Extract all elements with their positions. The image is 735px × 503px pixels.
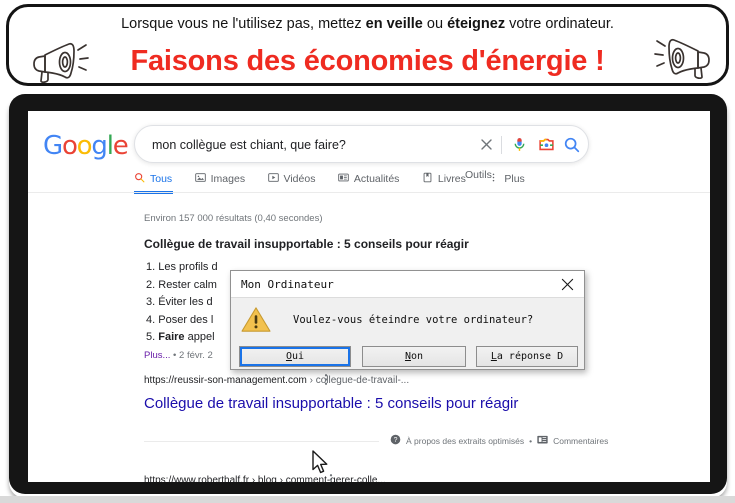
feedback-separator: • [529, 435, 533, 446]
image-icon [194, 172, 206, 186]
header-divider [28, 192, 710, 193]
microphone-icon[interactable] [511, 136, 528, 158]
about-featured-snippets-label[interactable]: À propos des extraits optimisés [406, 436, 524, 446]
more-separator: • [170, 350, 180, 361]
monitor-bezel: Google mon collègue est chiant, que fair… [9, 94, 727, 494]
result2-url[interactable]: https://www.roberthalf.fr › blog › comme… [144, 475, 386, 482]
video-icon [267, 172, 279, 186]
result-url[interactable]: https://reussir-son-management.com › col… [144, 375, 409, 386]
list-number: 1. [146, 261, 156, 273]
result2-domain: https://www.roberthalf.fr [144, 475, 250, 482]
dialog-button-reponse-d[interactable]: La réponse D [476, 346, 578, 367]
news-icon [338, 172, 349, 186]
tab-images[interactable]: Images [194, 169, 246, 189]
list-item: 3. Éviter les d [146, 294, 218, 312]
banner-bold-veille: en veille [365, 16, 423, 32]
browser-screen: Google mon collègue est chiant, que fair… [28, 111, 710, 482]
featured-snippet-title: Collègue de travail insupportable : 5 co… [144, 237, 469, 251]
dialog-button-row: Oui Non La réponse D [231, 344, 584, 370]
desk-surface [0, 496, 735, 503]
list-number: 2. [146, 278, 156, 291]
banner-headline: Faisons des économies d'énergie ! [130, 45, 605, 77]
tab-label: Tous [150, 173, 173, 185]
megaphone-icon [654, 37, 712, 83]
logo-letter-o1: o [61, 131, 78, 161]
more-link[interactable]: Plus... [144, 350, 170, 361]
google-header: Google mon collègue est chiant, que fair… [28, 111, 710, 194]
list-item: 1. Les profils d [146, 259, 218, 277]
comments-label[interactable]: Commentaires [553, 436, 608, 446]
featured-snippet-list: 1. Les profils d 2. Rester calm 3. Évite… [146, 259, 218, 347]
logo-letter-e: e [112, 131, 129, 161]
result-title-link[interactable]: Collègue de travail insupportable : 5 co… [144, 395, 518, 412]
logo-letter-G: G [43, 131, 63, 161]
logo-letter-g: g [91, 131, 108, 161]
list-item: 4. Poser des l [146, 312, 218, 330]
list-item: 2. Rester calm [146, 277, 218, 295]
energy-saving-banner: Lorsque vous ne l'utilisez pas, mettez e… [6, 4, 729, 86]
dialog-message: Voulez-vous éteindre votre ordinateur? [293, 314, 534, 326]
dialog-titlebar: Mon Ordinateur [231, 271, 584, 298]
search-input[interactable] [152, 126, 482, 164]
banner-subtitle: Lorsque vous ne l'utilisez pas, mettez e… [9, 15, 726, 33]
page-root: Lorsque vous ne l'utilisez pas, mettez e… [0, 0, 735, 503]
more-date: 2 févr. 2 [179, 350, 213, 361]
tab-label: Images [210, 173, 246, 185]
tab-livres[interactable]: Livres [422, 169, 466, 189]
feedback-divider [144, 441, 379, 442]
tab-label: Livres [437, 173, 466, 185]
help-circle-icon[interactable]: ? [390, 434, 401, 447]
tab-label: Plus [504, 173, 525, 185]
more-vertical-icon[interactable] [321, 373, 331, 391]
search-icon[interactable] [563, 136, 581, 159]
search-icon [134, 172, 145, 186]
tab-tous[interactable]: Tous [134, 169, 172, 189]
close-icon[interactable] [557, 275, 577, 293]
list-text: Poser des l [158, 313, 214, 326]
banner-text-part1: Lorsque vous ne l'utilisez pas, mettez [121, 16, 366, 32]
banner-text-part2: votre ordinateur. [505, 16, 614, 32]
snippet-footer: Plus... • 2 févr. 2 [144, 350, 213, 361]
book-icon [422, 172, 433, 186]
dialog-body: Voulez-vous éteindre votre ordinateur? [231, 298, 584, 344]
tools-button[interactable]: Outils [465, 169, 492, 181]
list-number: 3. [146, 296, 156, 308]
result2-path: › blog › comment-gerer-colle... [249, 475, 386, 482]
tab-label: Actualités [353, 173, 400, 185]
non-rest: on [410, 351, 424, 362]
shutdown-dialog: Mon Ordinateur Voulez-vous éteindre votr… [230, 270, 585, 370]
list-text: appel [184, 331, 215, 343]
tab-label: Vidéos [283, 173, 316, 185]
search-bar[interactable] [134, 125, 589, 164]
results-count: Environ 157 000 résultats (0,40 secondes… [144, 213, 323, 224]
tab-videos[interactable]: Vidéos [267, 169, 316, 189]
list-text: Rester calm [158, 278, 217, 291]
list-text: Les profils d [158, 261, 218, 273]
searchbar-divider [501, 136, 502, 154]
svg-text:?: ? [394, 437, 398, 444]
list-text: Éviter les d [158, 296, 213, 308]
close-icon[interactable] [478, 136, 495, 158]
list-text-bold: Faire [158, 331, 185, 343]
more-vertical-icon[interactable] [326, 473, 336, 482]
list-number: 5. [146, 331, 156, 343]
dialog-button-non[interactable]: Non [362, 346, 466, 367]
dialog-title: Mon Ordinateur [241, 278, 334, 291]
feedback-icon[interactable] [537, 435, 548, 447]
list-number: 4. [146, 313, 156, 326]
banner-text-mid: ou [422, 16, 448, 32]
banner-bold-eteignez: éteignez [447, 16, 506, 32]
dialog-button-oui[interactable]: Oui [239, 346, 351, 367]
oui-rest: ui [291, 351, 305, 362]
logo-letter-o2: o [76, 131, 93, 161]
tab-actualites[interactable]: Actualités [338, 169, 400, 189]
tab-plus[interactable]: Plus [488, 169, 525, 189]
camera-lens-icon[interactable] [538, 136, 555, 158]
snippet-feedback-bar: ? À propos des extraits optimisés • Comm… [390, 434, 608, 447]
warning-triangle-icon [241, 306, 271, 337]
list-item: 5. Faire appel [146, 329, 218, 347]
result-domain: https://reussir-son-management.com [144, 375, 307, 386]
google-logo[interactable]: Google [43, 131, 129, 161]
reponse-rest: a réponse D [496, 351, 564, 362]
